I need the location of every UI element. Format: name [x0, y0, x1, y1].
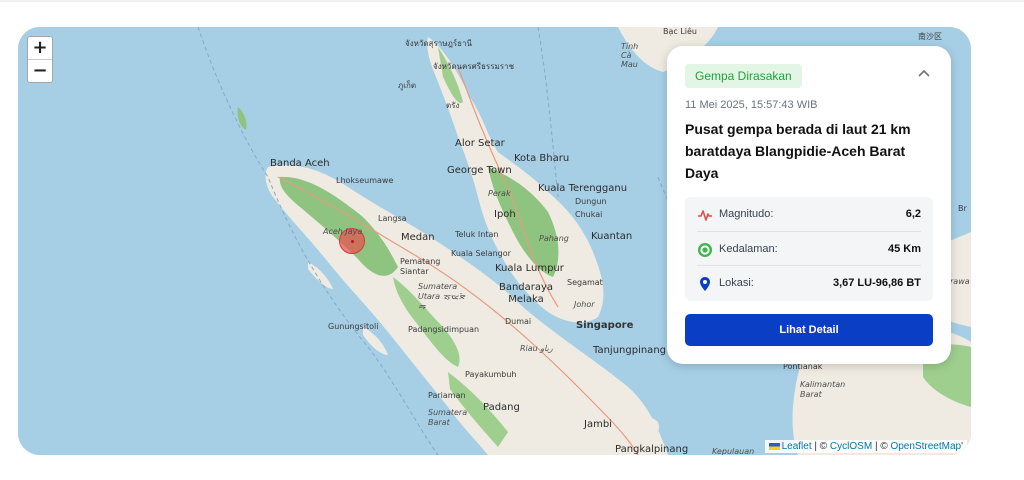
map-label: Kalimantan Barat	[800, 380, 846, 399]
map-label: Perak	[488, 189, 511, 198]
location-value: 3,67 LU-96,86 BT	[832, 277, 921, 289]
openstreetmap-link[interactable]: OpenStreetMap	[890, 441, 961, 452]
map-label: Alor Setar	[455, 138, 505, 149]
pulse-icon	[698, 210, 712, 221]
depth-label: Kedalaman:	[719, 243, 778, 255]
map-label: Singapore	[576, 320, 634, 331]
leaflet-link[interactable]: Leaflet	[782, 441, 812, 452]
attribution-tail: '	[961, 441, 963, 452]
map-label: Pangkalpinang	[615, 444, 689, 455]
map-label: Bạc Liêu	[663, 27, 698, 36]
target-icon	[698, 243, 712, 257]
cyclosm-link[interactable]: CyclOSM	[830, 441, 872, 452]
map-label: Segamat	[567, 278, 603, 287]
map-label: จังหวัดนครศรีธรรมราช	[433, 62, 515, 71]
map-label: Sumatera Utara ᯘᯮᯔᯖᯩᯒ	[418, 282, 466, 311]
map-label: Kuala Selangor	[451, 249, 511, 258]
map-label: Langsa	[378, 214, 407, 223]
magnitude-row: Magnitudo: 6,2	[697, 197, 921, 231]
map-label: Pematang Siantar	[400, 257, 441, 276]
view-detail-button[interactable]: Lihat Detail	[685, 314, 933, 346]
map-label: Kuala Terengganu	[538, 183, 628, 194]
map-pin-icon	[700, 277, 710, 291]
zoom-in-button[interactable]: +	[28, 37, 52, 59]
map-attribution: Leaflet | © CyclOSM | © OpenStreetMap'	[764, 440, 967, 453]
attribution-separator: | ©	[874, 441, 888, 452]
map-label: Ipoh	[494, 209, 516, 220]
magnitude-label: Magnitudo:	[719, 208, 774, 220]
map-label: George Town	[447, 165, 512, 176]
location-label: Lokasi:	[719, 277, 754, 289]
depth-value: 45 Km	[887, 243, 921, 255]
earthquake-stats: Magnitudo: 6,2 Kedalaman: 45 Km Lokasi: …	[685, 197, 933, 301]
epicenter-dot	[351, 240, 354, 243]
map-label: Kuantan	[591, 231, 633, 242]
location-row: Lokasi: 3,67 LU-96,86 BT	[697, 265, 921, 300]
map-label: 南沙区	[918, 32, 942, 41]
earthquake-info-card: Gempa Dirasakan 11 Mei 2025, 15:57:43 WI…	[667, 46, 951, 364]
top-divider	[0, 0, 1024, 2]
map-label: Pariaman	[428, 391, 466, 400]
epicenter-description: Pusat gempa berada di laut 21 km baratda…	[685, 121, 911, 181]
map-label: Kota Bharu	[514, 153, 570, 164]
map-label: Medan	[401, 232, 435, 243]
zoom-control: + −	[27, 36, 53, 83]
map-label: Tỉnh Cà Mau	[621, 42, 639, 69]
map-label: Br	[958, 204, 967, 213]
map-label: Sumatera Barat	[428, 408, 468, 427]
zoom-out-button[interactable]: −	[28, 59, 52, 82]
map-label: ภูเก็ต	[398, 81, 417, 90]
map-label: Aceh Jaya	[323, 227, 363, 236]
map-label: Riau ﺭﻳﺎو	[520, 344, 553, 353]
map-label: Lhokseumawe	[336, 176, 394, 185]
attribution-separator: | ©	[814, 441, 828, 452]
map-label: Padang	[483, 402, 520, 413]
map-label: Gunungsitoli	[328, 322, 379, 331]
map-label: ตรัง	[446, 101, 460, 110]
map-label: Dumai	[505, 317, 532, 326]
map-label: Padangsidimpuan	[408, 325, 480, 334]
ukraine-flag-icon	[768, 442, 780, 450]
map-label: Dungun	[575, 197, 607, 206]
map-label: Chukai	[575, 210, 603, 219]
map-label: Pahang	[539, 234, 569, 243]
magnitude-value: 6,2	[905, 208, 921, 220]
depth-row: Kedalaman: 45 Km	[697, 231, 921, 266]
map-label: จังหวัดสุราษฎร์ธานี	[405, 39, 473, 48]
chevron-up-icon[interactable]	[917, 68, 931, 78]
map-label: Johor	[574, 300, 595, 309]
map-label: Teluk Intan	[455, 230, 499, 239]
map-label: rawa	[950, 277, 970, 286]
map-label: Kuala Lumpur	[495, 263, 564, 274]
map-label: Banda Aceh	[270, 158, 330, 169]
map-label: Tanjungpinang	[593, 345, 666, 356]
map-label: Payakumbuh	[465, 370, 517, 379]
map-label: Kepulauan	[712, 447, 755, 455]
map-label: Jambi	[584, 419, 612, 430]
felt-earthquake-badge: Gempa Dirasakan	[685, 64, 802, 88]
map-label: Bandaraya Melaka	[498, 282, 554, 305]
event-datetime: 11 Mei 2025, 15:57:43 WIB	[685, 99, 818, 111]
